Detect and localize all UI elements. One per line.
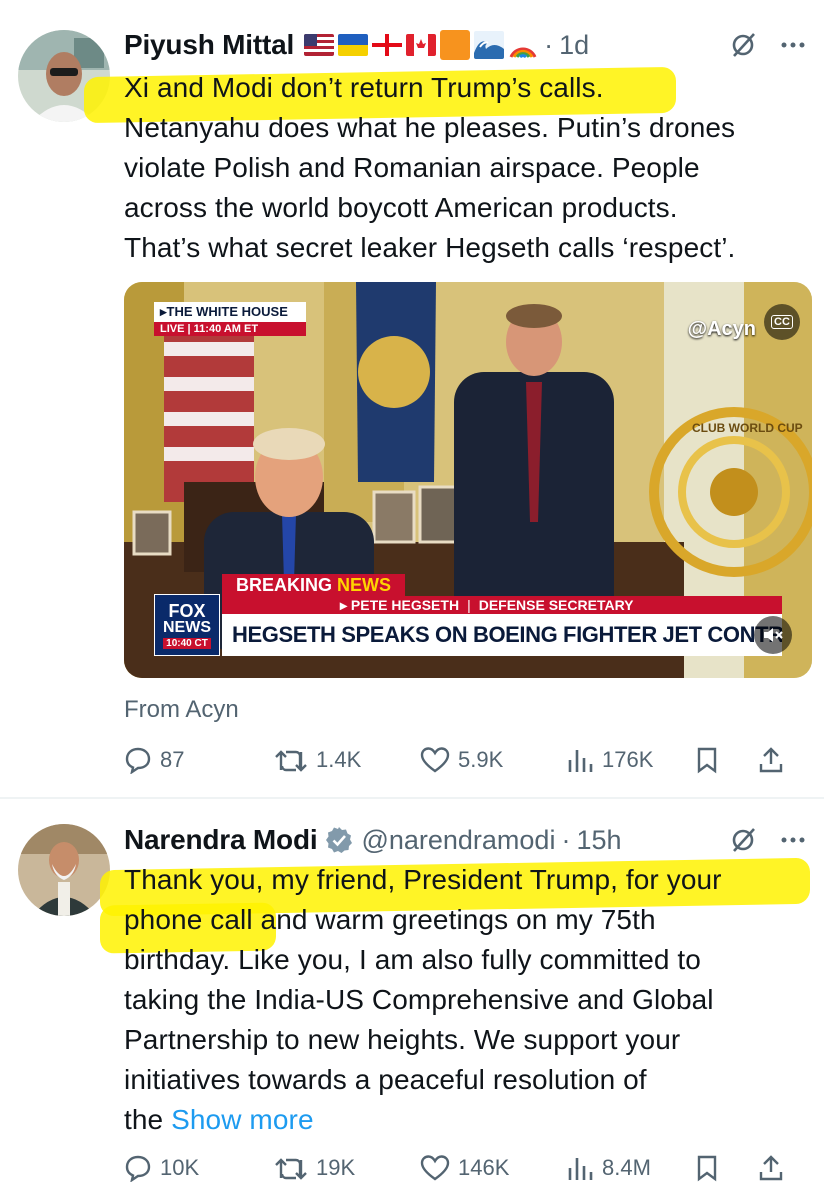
headline-text: HEGSETH SPEAKS ON BOEING FIGHTER JET CON… bbox=[232, 622, 782, 647]
grok-icon[interactable] bbox=[728, 30, 758, 60]
share-icon bbox=[759, 1155, 783, 1181]
action-bar: 10K 19K 146K 8.4M bbox=[124, 1148, 810, 1188]
separator-dot: · bbox=[561, 824, 571, 855]
mute-button[interactable] bbox=[754, 616, 792, 654]
bookmark-button[interactable] bbox=[696, 746, 758, 774]
channel-top: FOX bbox=[168, 600, 206, 621]
news-label: NEWS bbox=[337, 574, 392, 595]
header-actions bbox=[728, 27, 806, 63]
author-name[interactable]: Narendra Modi bbox=[124, 824, 318, 856]
network-badge: ▸THE WHITE HOUSE LIVE | 11:40 AM ET bbox=[154, 302, 306, 336]
bookmark-icon bbox=[697, 747, 717, 774]
like-count: 146K bbox=[458, 1155, 510, 1180]
bookmark-button[interactable] bbox=[696, 1154, 758, 1182]
more-options-icon[interactable] bbox=[780, 836, 806, 844]
share-icon bbox=[759, 747, 783, 773]
grok-icon[interactable] bbox=[728, 825, 758, 855]
bookmark-icon bbox=[697, 1155, 717, 1182]
heart-icon bbox=[420, 1155, 450, 1181]
breaking-label: BREAKING bbox=[236, 574, 333, 595]
separator-dot: · bbox=[544, 29, 554, 60]
tweet-text: Xi and Modi don’t return Trump’s calls. … bbox=[124, 72, 736, 263]
views-count: 176K bbox=[602, 747, 654, 772]
georgia-flag-icon bbox=[372, 34, 403, 56]
tweet-text: Thank you, my friend, President Trump, f… bbox=[124, 860, 810, 1140]
muted-speaker-icon bbox=[764, 628, 783, 642]
reply-icon bbox=[125, 1155, 151, 1182]
canada-flag-icon bbox=[406, 34, 437, 56]
share-button[interactable] bbox=[758, 746, 798, 774]
avatar[interactable] bbox=[18, 824, 110, 916]
trophy-text: CLUB WORLD CUP bbox=[692, 421, 803, 435]
repost-button[interactable]: 1.4K bbox=[274, 746, 420, 774]
headline-bar: HEGSETH SPEAKS ON BOEING FIGHTER JET CON… bbox=[222, 614, 782, 656]
breaking-news-bar: BREAKING NEWS bbox=[222, 574, 406, 596]
show-more-link[interactable]: Show more bbox=[171, 1104, 314, 1135]
reply-icon bbox=[125, 747, 151, 774]
reply-count: 10K bbox=[160, 1155, 200, 1180]
reply-button[interactable]: 10K bbox=[124, 1154, 274, 1182]
repost-count: 1.4K bbox=[316, 747, 362, 772]
views-count: 8.4M bbox=[602, 1155, 651, 1180]
like-button[interactable]: 146K bbox=[420, 1154, 566, 1182]
tweet-piyush-mittal[interactable]: Piyush Mittal · 1d Xi and Modi don’t ret… bbox=[0, 0, 824, 798]
repost-count: 19K bbox=[316, 1155, 356, 1180]
live-time: 11:40 AM ET bbox=[193, 323, 259, 335]
name-bar: ▸ PETE HEGSETH | DEFENSE SECRETARY bbox=[222, 596, 782, 614]
timestamp[interactable]: 15h bbox=[576, 825, 621, 856]
rainbow-icon bbox=[509, 47, 537, 59]
tweet-narendra-modi[interactable]: Narendra Modi @narendramodi · 15h Thank … bbox=[0, 798, 824, 1200]
repost-icon bbox=[275, 750, 307, 772]
reply-button[interactable]: 87 bbox=[124, 746, 274, 774]
watermark: @Acyn bbox=[687, 318, 756, 340]
orange-square-icon bbox=[440, 30, 471, 60]
video-player[interactable]: CLUB WORLD CUP ▸THE WHITE HOUSE LIVE | 1… bbox=[124, 282, 812, 678]
author-name[interactable]: Piyush Mittal bbox=[124, 29, 294, 61]
share-button[interactable] bbox=[758, 1154, 798, 1182]
source-attribution[interactable]: From Acyn bbox=[124, 696, 239, 724]
captions-button[interactable]: CC bbox=[764, 304, 800, 340]
views-button[interactable]: 8.4M bbox=[566, 1154, 696, 1182]
header-actions bbox=[728, 822, 806, 858]
views-button[interactable]: 176K bbox=[566, 746, 696, 774]
cc-icon: CC bbox=[771, 315, 793, 329]
tweet-header: Narendra Modi @narendramodi · 15h bbox=[124, 822, 810, 858]
lower-third-name: ▸ PETE HEGSETH bbox=[340, 596, 460, 613]
lower-third-title: DEFENSE SECRETARY bbox=[478, 597, 634, 613]
tweet-header: Piyush Mittal · 1d bbox=[124, 27, 810, 63]
reply-count: 87 bbox=[160, 747, 185, 772]
views-icon bbox=[568, 750, 593, 772]
action-bar: 87 1.4K 5.9K 176K bbox=[124, 740, 810, 780]
channel-bottom: NEWS bbox=[163, 618, 211, 636]
more-options-icon[interactable] bbox=[780, 41, 806, 49]
tweet-text-body: Thank you, my friend, President Trump, f… bbox=[124, 864, 722, 1135]
verified-badge-icon bbox=[326, 827, 353, 853]
live-label: LIVE bbox=[160, 323, 185, 335]
us-flag-icon bbox=[304, 34, 335, 56]
author-flags bbox=[304, 30, 538, 60]
timestamp[interactable]: 1d bbox=[559, 30, 589, 61]
repost-button[interactable]: 19K bbox=[274, 1154, 420, 1182]
views-icon bbox=[568, 1158, 593, 1180]
channel-time: 10:40 CT bbox=[163, 637, 211, 649]
repost-icon bbox=[275, 1158, 307, 1180]
ukraine-flag-icon bbox=[338, 34, 369, 56]
heart-icon bbox=[420, 747, 450, 773]
like-button[interactable]: 5.9K bbox=[420, 746, 566, 774]
channel-logo: FOX NEWS 10:40 CT bbox=[154, 594, 220, 656]
wave-icon bbox=[474, 31, 505, 59]
network-badge-label: THE WHITE HOUSE bbox=[166, 304, 288, 319]
author-handle[interactable]: @narendramodi bbox=[361, 825, 555, 856]
like-count: 5.9K bbox=[458, 747, 504, 772]
